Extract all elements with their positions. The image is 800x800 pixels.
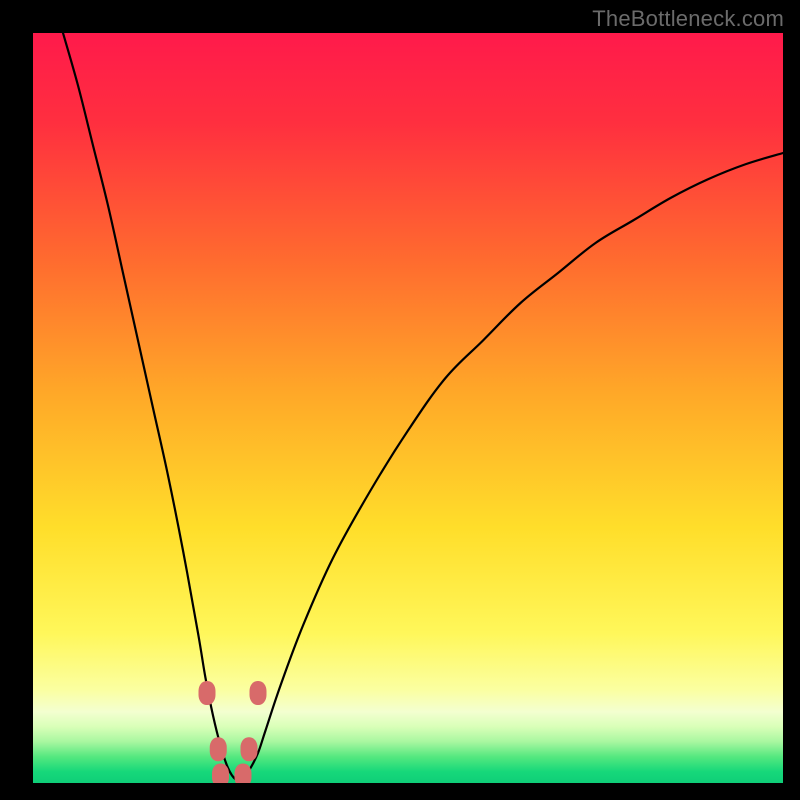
watermark-text: TheBottleneck.com: [592, 6, 784, 32]
curve-marker: [250, 681, 267, 705]
frame-outer: TheBottleneck.com: [0, 0, 800, 800]
curve-marker: [199, 681, 216, 705]
curve-marker: [210, 737, 227, 761]
curve-marker: [241, 737, 258, 761]
plot-area: [33, 33, 783, 783]
curve-marker: [235, 764, 252, 784]
curve-marker: [212, 764, 229, 784]
chart-curve: [33, 33, 783, 783]
